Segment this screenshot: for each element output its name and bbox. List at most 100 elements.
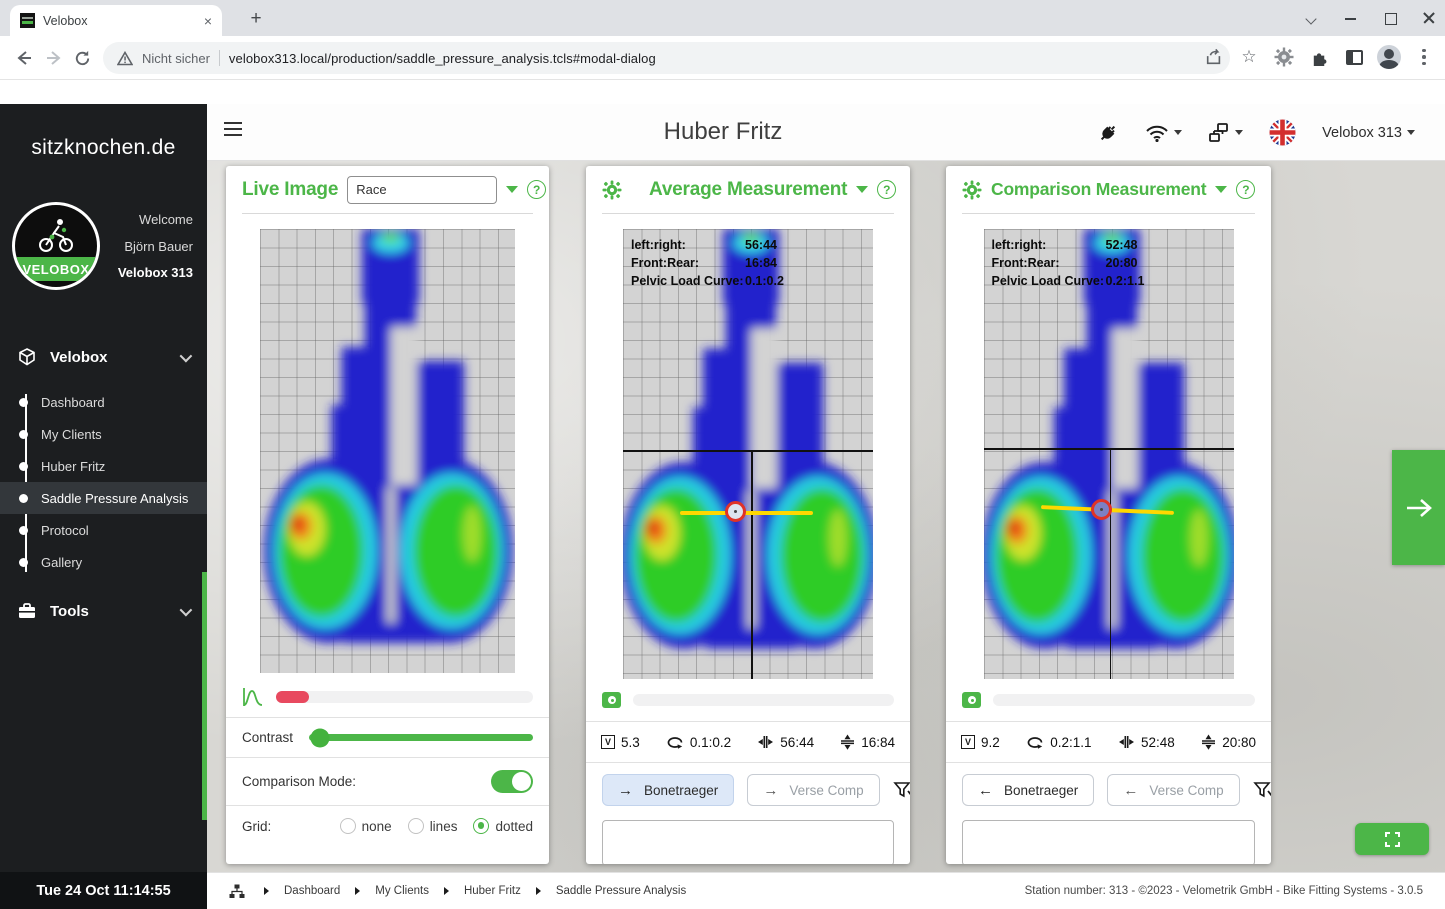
pelvic-marker[interactable] [1091, 499, 1112, 520]
settings-gear-icon[interactable] [602, 180, 622, 200]
overlay-label: left:right: [631, 237, 745, 255]
fullscreen-button[interactable] [1355, 823, 1429, 855]
browser-menu-icon[interactable] [1411, 44, 1437, 70]
live-image-panel: Live Image Contrast [226, 166, 549, 864]
station-selector[interactable]: Velobox 313 [1314, 125, 1423, 141]
crosshair-vertical-line [1110, 448, 1112, 679]
sidebar-item-saddle-pressure-analysis[interactable]: Saddle Pressure Analysis [0, 482, 207, 514]
stat-left-right: 52:48 [1118, 735, 1175, 750]
front-rear-icon [1201, 734, 1216, 750]
average-pressure-map: left:right:56:44 Front:Rear:16:84 Pelvic… [623, 229, 873, 679]
browser-tab[interactable]: Velobox [10, 5, 222, 36]
devices-icon[interactable] [1200, 123, 1251, 143]
language-flag-icon[interactable] [1261, 119, 1304, 146]
bookmark-star-icon[interactable]: ☆ [1236, 44, 1262, 70]
verse-comp-button[interactable]: ←Verse Comp [1107, 774, 1239, 806]
breadcrumb-dashboard[interactable]: Dashboard [284, 885, 340, 897]
dropdown-caret-icon[interactable] [1215, 186, 1227, 193]
profile-avatar[interactable] [1376, 44, 1402, 70]
sidebar-item-my-clients[interactable]: My Clients [0, 418, 207, 450]
slider-thumb[interactable] [311, 728, 330, 747]
velobox-logo: VELOBOX [12, 202, 100, 290]
camera-icon[interactable] [962, 692, 981, 708]
contrast-slider[interactable] [309, 734, 533, 741]
verse-comp-button[interactable]: →Verse Comp [747, 774, 879, 806]
comment-box[interactable] [962, 820, 1255, 864]
camera-icon[interactable] [602, 692, 621, 708]
dropdown-caret-icon[interactable] [506, 186, 518, 193]
stat-number: 56:44 [780, 735, 814, 750]
maximize-icon[interactable] [1384, 12, 1396, 24]
snapshot-row [586, 679, 910, 719]
dropdown-caret-icon[interactable] [856, 186, 868, 193]
comparison-mode-toggle[interactable] [491, 770, 533, 793]
close-icon[interactable] [1423, 12, 1435, 24]
help-icon[interactable] [877, 180, 896, 199]
breadcrumb-saddle-pressure-analysis[interactable]: Saddle Pressure Analysis [556, 885, 686, 897]
stat-number: 0.1:0.2 [690, 735, 731, 750]
side-panel-icon[interactable] [1341, 44, 1367, 70]
transfer-buttons-row: ←Bonetraeger ←Verse Comp [946, 762, 1271, 817]
expand-drawer-button[interactable] [1392, 450, 1445, 565]
stat-left-right: 56:44 [757, 735, 814, 750]
stats-row: V5.3 0.1:0.2 56:44 16:84 [586, 721, 910, 762]
tab-title: Velobox [43, 14, 87, 28]
preset-input[interactable] [347, 176, 497, 204]
crosshair-horizontal-line [984, 448, 1234, 450]
pelvic-marker[interactable] [725, 501, 746, 522]
nav-group-velobox[interactable]: Velobox [0, 334, 207, 380]
sidebar-nav: Velobox Dashboard My Clients Huber Fritz… [0, 334, 207, 634]
grid-option-dotted[interactable]: dotted [473, 818, 533, 834]
help-icon[interactable] [527, 180, 546, 199]
settings-gear-icon[interactable] [962, 180, 982, 200]
bonetraeger-button[interactable]: →Bonetraeger [602, 774, 734, 806]
reload-icon[interactable] [70, 46, 94, 70]
extension-gear-icon[interactable] [1271, 44, 1297, 70]
breadcrumb-my-clients[interactable]: My Clients [375, 885, 429, 897]
overlay-label: Pelvic Load Curve: [992, 273, 1106, 291]
crosshair-vertical-line [751, 450, 753, 679]
sidebar-item-dashboard[interactable]: Dashboard [0, 386, 207, 418]
grid-option-lines[interactable]: lines [408, 818, 458, 834]
sidebar-item-protocol[interactable]: Protocol [0, 514, 207, 546]
sitemap-icon[interactable] [229, 884, 245, 899]
sidebar-item-gallery[interactable]: Gallery [0, 546, 207, 578]
stat-number: 0.2:1.1 [1050, 735, 1091, 750]
help-icon[interactable] [1236, 180, 1255, 199]
plug-icon[interactable] [1089, 122, 1127, 144]
overlay-value: 52:48 [1106, 237, 1138, 255]
new-tab-button[interactable] [243, 6, 269, 32]
minimize-icon[interactable] [1345, 12, 1357, 24]
map-overlay-stats: left:right:56:44 Front:Rear:16:84 Pelvic… [631, 237, 784, 290]
forward-icon[interactable] [42, 46, 66, 70]
stat-rotation: 0.1:0.2 [666, 735, 731, 750]
share-icon[interactable] [1201, 44, 1227, 70]
wifi-icon[interactable] [1137, 124, 1190, 142]
panel-header: Average Measurement [586, 166, 910, 213]
grid-option-none[interactable]: none [340, 818, 392, 834]
sidebar-item-huber-fritz[interactable]: Huber Fritz [0, 450, 207, 482]
address-bar[interactable]: Nicht sicher velobox313.local/production… [103, 42, 1230, 74]
back-icon[interactable] [12, 46, 36, 70]
stat-value: V9.2 [961, 735, 1000, 750]
sidebar: sitzknochen.de VELOBOX Welcome Björn Bau… [0, 104, 207, 872]
histogram-curve-icon[interactable] [242, 687, 264, 707]
crosshair-horizontal-line [623, 450, 873, 452]
nav-group-tools[interactable]: Tools [0, 588, 207, 634]
breadcrumb-huber-fritz[interactable]: Huber Fritz [464, 885, 521, 897]
transfer-buttons-row: →Bonetraeger →Verse Comp [586, 762, 910, 817]
nav-group-label: Velobox [50, 349, 108, 366]
button-label: Bonetraeger [644, 783, 718, 798]
window-chevron-icon[interactable] [1306, 12, 1318, 24]
arrow-right-icon: → [763, 782, 778, 799]
comment-box[interactable] [602, 820, 894, 864]
extensions-puzzle-icon[interactable] [1306, 44, 1332, 70]
logo-band: VELOBOX [12, 257, 100, 281]
hamburger-menu-icon[interactable] [224, 122, 242, 136]
clear-filter-icon[interactable] [893, 781, 910, 800]
tab-close-icon[interactable] [204, 13, 212, 29]
bonetraeger-button[interactable]: ←Bonetraeger [962, 774, 1094, 806]
toolbar-icons: ☆ [1201, 44, 1437, 70]
stat-number: 52:48 [1141, 735, 1175, 750]
clear-filter-icon[interactable] [1253, 781, 1271, 800]
